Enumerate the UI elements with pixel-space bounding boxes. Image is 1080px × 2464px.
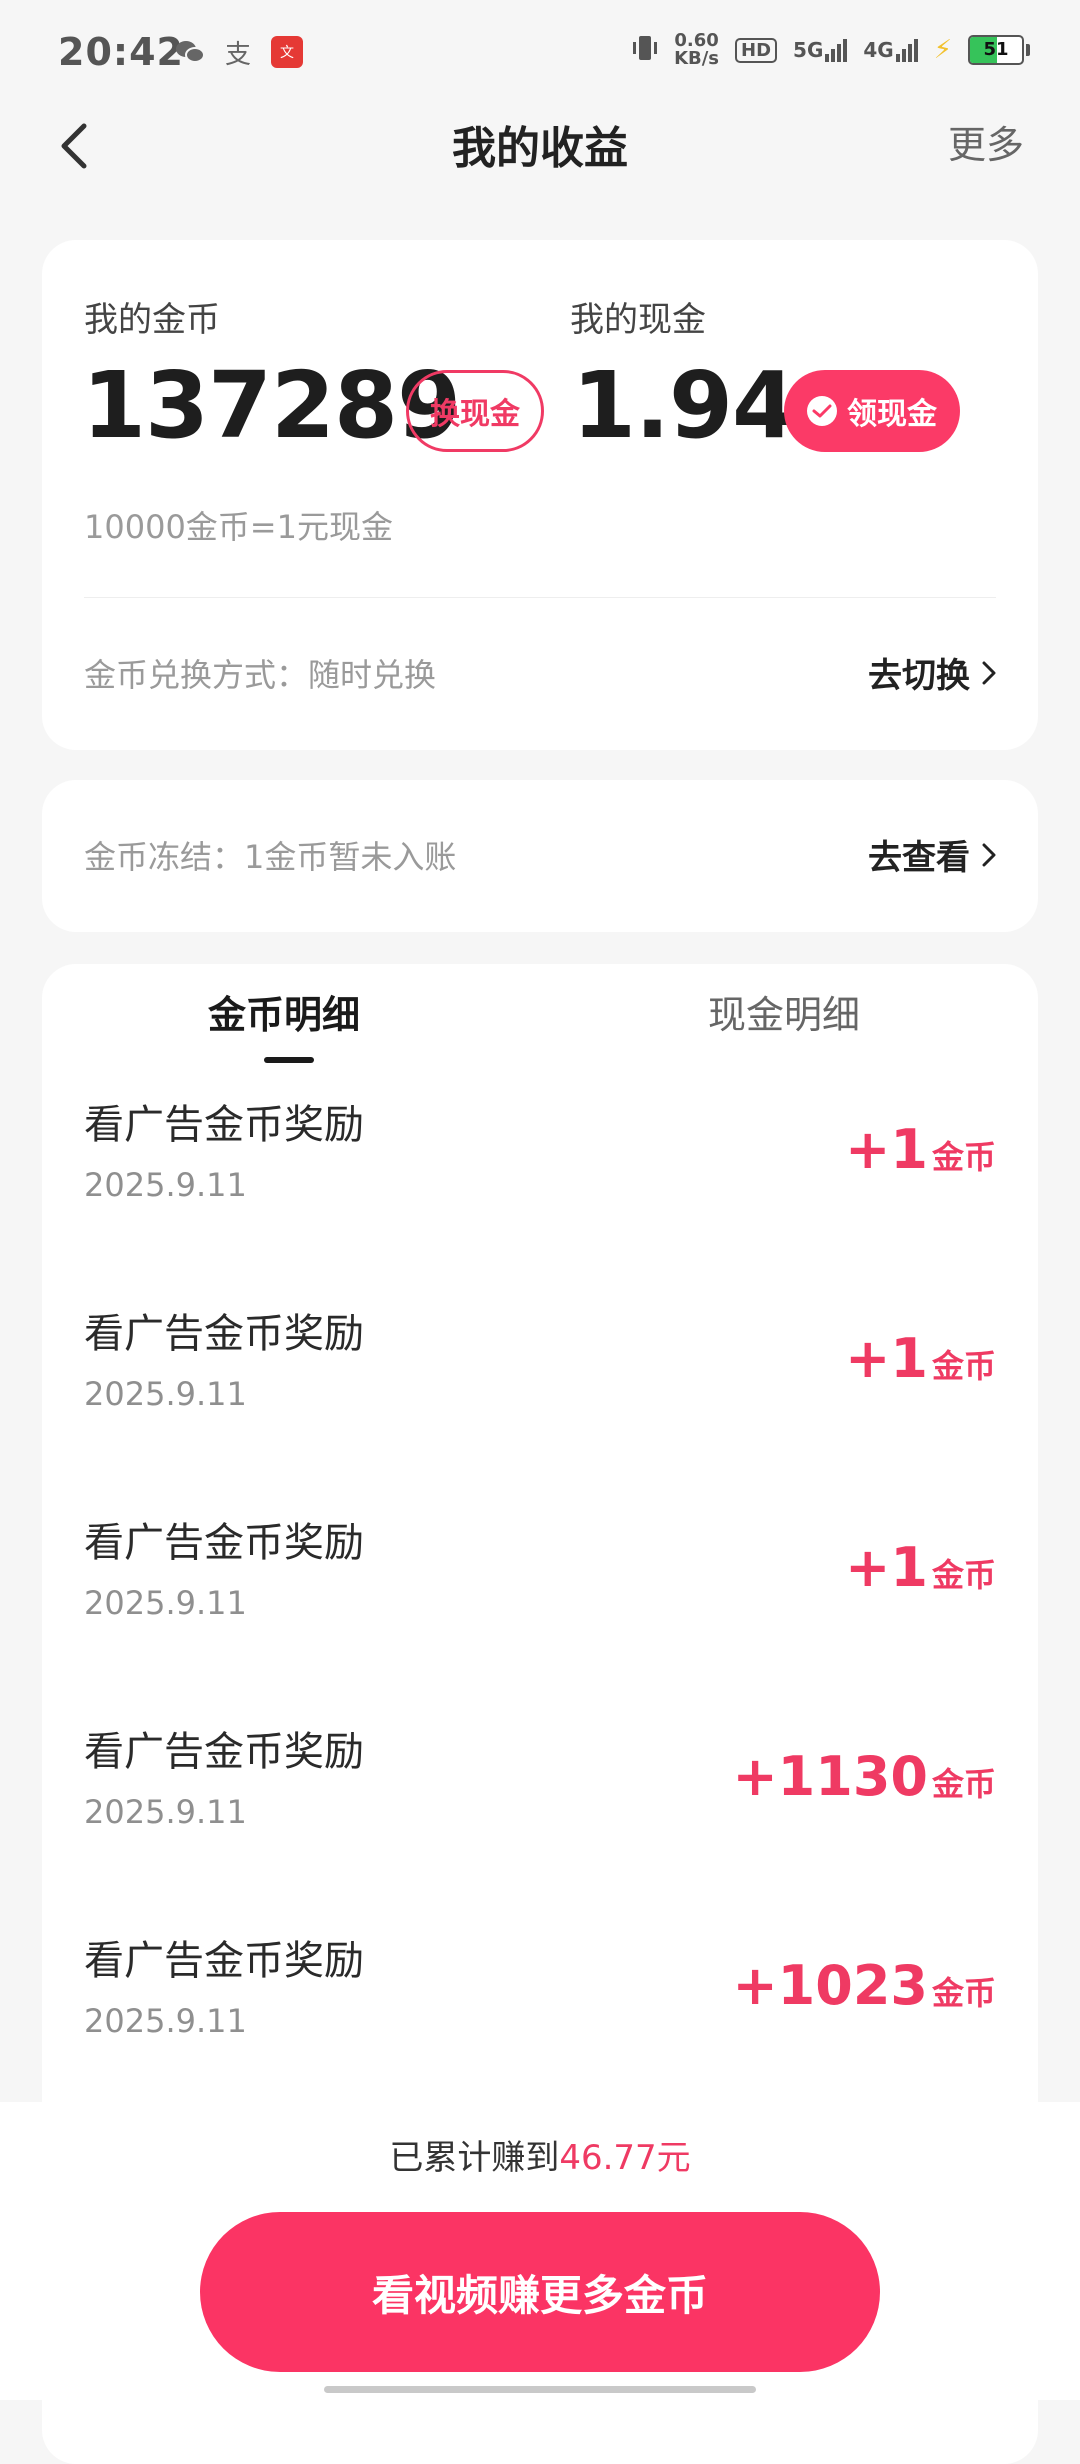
tab-coin-details[interactable]: 金币明细 — [208, 984, 360, 1039]
chevron-right-icon — [982, 843, 996, 866]
tab-indicator — [264, 1057, 314, 1063]
signal-4g-icon: 4G — [863, 38, 918, 62]
status-time: 20:42 — [58, 30, 184, 74]
coins-label: 我的金币 — [84, 300, 220, 340]
envelope-icon — [807, 396, 837, 426]
list-item[interactable]: 看广告金币奖励 2025.9.11 +1 金币 — [42, 1492, 1038, 1701]
balance-card: 我的金币 137289 换现金 我的现金 1.94 领现金 10000金币=1元… — [42, 240, 1038, 750]
exchange-cash-button[interactable]: 换现金 — [406, 370, 544, 452]
freeze-card: 金币冻结：1金币暂未入账 去查看 — [42, 780, 1038, 932]
list-item[interactable]: 看广告金币奖励 2025.9.11 +1 金币 — [42, 1074, 1038, 1283]
claim-cash-button[interactable]: 领现金 — [784, 370, 960, 452]
earned-total: 已累计赚到46.77元 — [389, 2138, 691, 2178]
system-indicators: 0.60 KB/s HD 5G 4G ⚡ 51 — [632, 32, 1030, 68]
divider — [84, 597, 996, 598]
status-bar: 20:42 支 文 0.60 KB/s HD 5G 4G ⚡ 51 — [0, 0, 1080, 100]
page-title: 我的收益 — [452, 123, 628, 174]
vibrate-icon — [632, 33, 658, 67]
nav-header: 我的收益 更多 — [0, 100, 1080, 210]
coins-value: 137289 — [82, 352, 461, 459]
switch-method-link[interactable]: 去切换 — [868, 648, 996, 697]
list-item[interactable]: 看广告金币奖励 2025.9.11 +1 金币 — [42, 1283, 1038, 1492]
signal-5g-icon: 5G — [793, 38, 848, 62]
exchange-method: 金币兑换方式：随时兑换 — [84, 656, 437, 694]
charging-icon: ⚡ — [933, 35, 952, 65]
cash-value: 1.94 — [572, 352, 796, 459]
tab-cash-details[interactable]: 现金明细 — [708, 984, 860, 1039]
cash-label: 我的现金 — [570, 300, 706, 340]
chevron-right-icon — [982, 661, 996, 684]
watch-video-button[interactable]: 看视频赚更多金币 — [200, 2212, 880, 2372]
notification-icons: 支 文 — [175, 36, 303, 70]
alipay-icon: 支 — [224, 39, 251, 70]
battery-icon: 51 — [968, 35, 1030, 65]
list-item[interactable]: 看广告金币奖励 2025.9.11 +1130 金币 — [42, 1701, 1038, 1910]
exchange-rate: 10000金币=1元现金 — [84, 508, 393, 546]
list-item[interactable]: 看广告金币奖励 2025.9.11 +1023 金币 — [42, 1910, 1038, 2119]
network-speed: 0.60 KB/s — [674, 30, 720, 69]
home-indicator[interactable] — [324, 2386, 756, 2393]
hd-icon: HD — [735, 37, 778, 63]
freeze-text: 金币冻结：1金币暂未入账 — [84, 838, 457, 876]
bottom-panel: 已累计赚到46.77元 看视频赚更多金币 — [0, 2102, 1080, 2400]
more-button[interactable]: 更多 — [948, 114, 1024, 169]
app-badge-icon: 文 — [271, 36, 303, 68]
wechat-icon — [175, 37, 205, 67]
view-freeze-link[interactable]: 去查看 — [868, 830, 996, 879]
coin-record-list: 看广告金币奖励 2025.9.11 +1 金币 看广告金币奖励 2025.9.11… — [42, 1074, 1038, 2119]
